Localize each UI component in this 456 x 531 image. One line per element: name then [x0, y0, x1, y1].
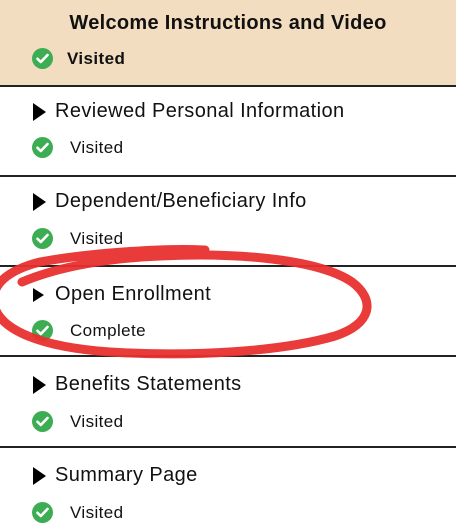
- section-status-label: Visited: [70, 502, 124, 522]
- section-status: Visited: [32, 502, 124, 523]
- checkmark-circle-icon: [32, 411, 53, 432]
- checkmark-circle-icon: [32, 320, 53, 341]
- welcome-status-label: Visited: [67, 48, 126, 68]
- section-status: Visited: [32, 411, 124, 432]
- section-title-row[interactable]: Benefits Statements: [33, 373, 242, 396]
- triangle-right-icon[interactable]: [33, 466, 46, 485]
- section-title: Reviewed Personal Information: [55, 100, 345, 122]
- section-title-row[interactable]: Dependent/Beneficiary Info: [33, 190, 307, 213]
- enrollment-checklist: Welcome Instructions and Video Visited R…: [0, 0, 456, 531]
- section-title-row[interactable]: Reviewed Personal Information: [33, 100, 345, 123]
- section-benefits-statements[interactable]: Benefits Statements Visited: [0, 357, 456, 448]
- section-status-label: Visited: [70, 228, 124, 248]
- section-status: Complete: [32, 320, 146, 341]
- checkmark-circle-icon: [32, 502, 53, 523]
- section-status-label: Visited: [70, 411, 124, 431]
- welcome-status: Visited: [32, 48, 125, 69]
- section-status: Visited: [32, 228, 124, 249]
- section-status-label: Complete: [70, 320, 146, 340]
- section-title: Summary Page: [55, 464, 198, 486]
- section-title-row[interactable]: Summary Page: [33, 464, 198, 487]
- welcome-section[interactable]: Welcome Instructions and Video Visited: [0, 0, 456, 87]
- triangle-right-icon[interactable]: [33, 287, 44, 302]
- triangle-right-icon[interactable]: [33, 375, 46, 394]
- section-title-row[interactable]: Open Enrollment: [33, 283, 211, 306]
- section-reviewed-personal-information[interactable]: Reviewed Personal Information Visited: [0, 87, 456, 177]
- checkmark-circle-icon: [32, 228, 53, 249]
- section-open-enrollment[interactable]: Open Enrollment Complete: [0, 267, 456, 357]
- section-title: Open Enrollment: [55, 283, 212, 305]
- triangle-right-icon[interactable]: [33, 102, 46, 121]
- section-title: Dependent/Beneficiary Info: [55, 190, 307, 212]
- welcome-title: Welcome Instructions and Video: [69, 12, 387, 34]
- section-status: Visited: [32, 137, 124, 158]
- checkmark-circle-icon: [32, 48, 53, 69]
- section-summary-page[interactable]: Summary Page Visited: [0, 448, 456, 531]
- section-dependent-beneficiary-info[interactable]: Dependent/Beneficiary Info Visited: [0, 177, 456, 267]
- section-title: Benefits Statements: [55, 373, 242, 395]
- triangle-right-icon[interactable]: [33, 192, 46, 211]
- section-status-label: Visited: [70, 137, 124, 157]
- checkmark-circle-icon: [32, 137, 53, 158]
